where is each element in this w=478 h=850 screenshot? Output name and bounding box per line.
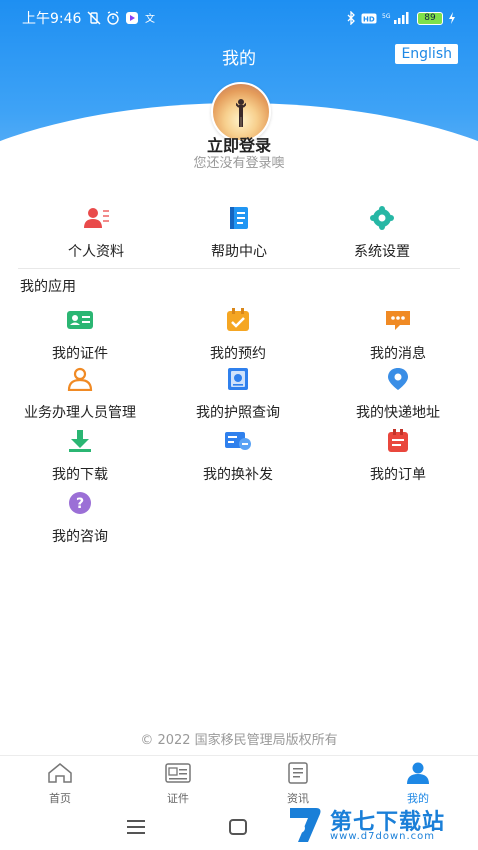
app-passport-inquiry[interactable]: 我的护照查询 [163, 367, 313, 422]
menu-icon[interactable] [127, 820, 145, 834]
alarm-icon [107, 11, 120, 25]
app-my-downloads[interactable]: 我的下载 [5, 429, 155, 484]
tab-label: 首页 [49, 792, 71, 805]
app-label: 我的证件 [52, 346, 108, 362]
charging-icon [449, 12, 455, 24]
bottom-tab-bar: 首页 证件 资讯 我的 [0, 755, 478, 806]
svg-text:?: ? [76, 496, 84, 512]
section-title-my-apps: 我的应用 [20, 279, 76, 295]
reissue-icon [225, 432, 251, 450]
bluetooth-icon [347, 11, 355, 25]
gear-icon [370, 206, 394, 230]
location-pin-icon [388, 368, 408, 390]
app-my-messages[interactable]: 我的消息 [323, 308, 473, 363]
app-my-orders[interactable]: 我的订单 [323, 429, 473, 484]
tab-certificates[interactable]: 证件 [138, 762, 218, 806]
hd-icon: HD [361, 13, 377, 23]
app-label: 业务办理人员管理 [24, 405, 136, 421]
quick-action-label: 帮助中心 [211, 244, 267, 260]
svg-text:HD: HD [363, 15, 375, 23]
download-icon [69, 430, 91, 452]
person-icon [67, 367, 93, 392]
battery-icon: 89 [417, 11, 443, 25]
app-my-appointments[interactable]: 我的预约 [163, 308, 313, 363]
status-bar: 上午9:46 文 HD 5G 89 [22, 8, 456, 28]
app-delivery-address[interactable]: 我的快递地址 [323, 367, 473, 422]
signal-icon: 5G [382, 12, 409, 24]
tab-home[interactable]: 首页 [20, 762, 100, 806]
status-notification-icons: 文 [87, 11, 158, 25]
app-my-consultations[interactable]: ? 我的咨询 [5, 491, 155, 546]
app-label: 我的换补发 [203, 467, 273, 483]
profile-card-icon [84, 208, 109, 228]
watermark-logo-icon [290, 808, 321, 842]
home-square-icon[interactable] [229, 819, 247, 835]
id-card-icon [67, 311, 93, 329]
site-watermark: 第七下载站 www.d7down.com [286, 802, 472, 846]
tab-news[interactable]: 资讯 [258, 762, 338, 806]
app-staff-management[interactable]: 业务办理人员管理 [5, 367, 155, 422]
avatar-figure-icon [236, 99, 246, 127]
order-icon [388, 429, 408, 452]
quick-action-label: 系统设置 [354, 244, 410, 260]
svg-text:文: 文 [145, 12, 155, 25]
calendar-check-icon [227, 308, 249, 331]
quick-actions: 个人资料 帮助中心 系统设置 [0, 205, 478, 265]
app-label: 我的消息 [370, 346, 426, 362]
app-label: 我的护照查询 [196, 405, 280, 421]
english-language-button[interactable]: English [395, 44, 458, 64]
quick-action-label: 个人资料 [68, 244, 124, 260]
home-icon [48, 763, 72, 783]
status-time: 上午9:46 [22, 11, 82, 27]
document-icon [165, 763, 191, 783]
quick-action-help[interactable]: 帮助中心 [179, 205, 299, 261]
help-book-icon [230, 207, 248, 229]
app-notification-icon [126, 12, 139, 24]
quick-action-settings[interactable]: 系统设置 [322, 205, 442, 261]
news-icon [288, 762, 308, 784]
app-label: 我的预约 [210, 346, 266, 362]
question-icon: ? [69, 492, 91, 514]
app-my-certificates[interactable]: 我的证件 [5, 308, 155, 363]
translate-icon: 文 [145, 12, 155, 25]
app-label: 我的快递地址 [356, 405, 440, 421]
tab-label: 证件 [167, 792, 189, 805]
user-icon [407, 762, 429, 784]
app-label: 我的下载 [52, 467, 108, 483]
copyright-text: © 2022 国家移民管理局版权所有 [140, 733, 338, 748]
app-label: 我的订单 [370, 467, 426, 483]
message-icon [386, 311, 410, 330]
quick-action-profile[interactable]: 个人资料 [36, 205, 156, 261]
app-reissue[interactable]: 我的换补发 [163, 429, 313, 484]
tab-mine[interactable]: 我的 [378, 762, 458, 806]
passport-icon [228, 368, 248, 390]
watermark-url: www.d7down.com [330, 831, 436, 842]
vibrate-off-icon [87, 11, 101, 25]
svg-text:5G: 5G [382, 13, 391, 20]
login-subtitle: 您还没有登录噢 [193, 156, 285, 171]
app-label: 我的咨询 [52, 529, 108, 545]
divider [18, 268, 460, 269]
status-system-icons: HD 5G 89 [346, 11, 456, 25]
